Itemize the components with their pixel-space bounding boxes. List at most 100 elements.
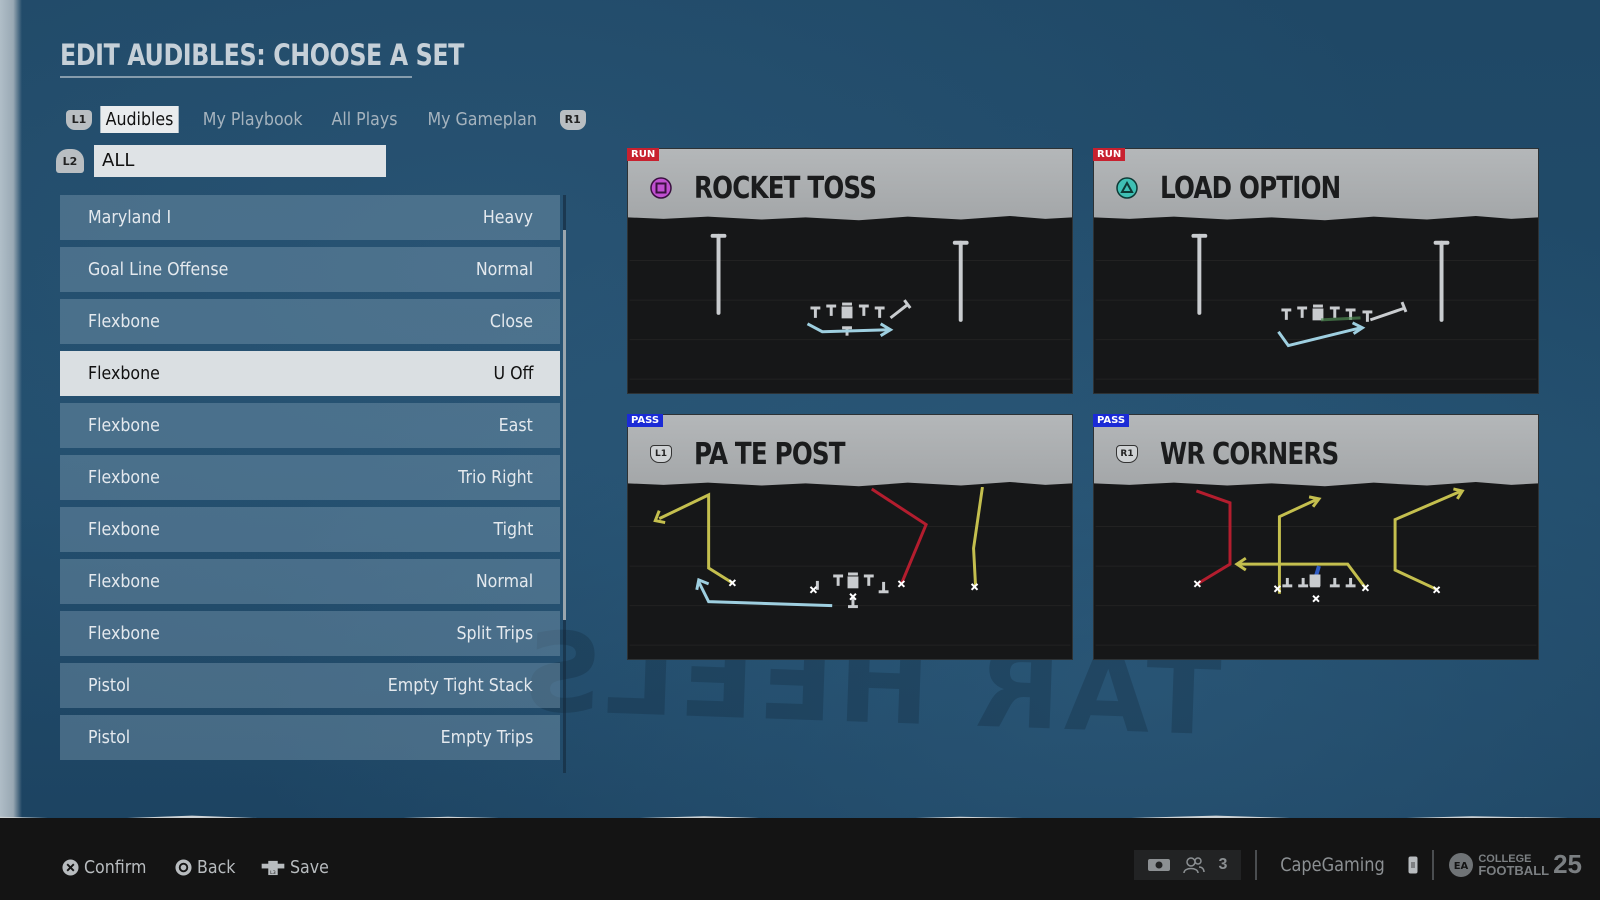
tab-bar: L1 Audibles My Playbook All Plays My Gam… [66, 106, 586, 133]
formation-row[interactable]: Flexbone Normal [60, 559, 560, 604]
formation-set: Trio Right [458, 467, 533, 488]
receiver-route [1191, 233, 1208, 315]
button-hints: Confirm Back L3 Save [62, 857, 334, 878]
play-card-rocket-toss[interactable]: RUN ROCKET TOSS [627, 148, 1073, 394]
cross-button-icon [62, 859, 79, 876]
tab-my-playbook[interactable]: My Playbook [198, 106, 308, 133]
formation-filter-dropdown[interactable]: ALL [94, 145, 386, 177]
receiver-route-yellow [972, 487, 984, 586]
formation-set: East [498, 415, 533, 436]
play-name: ROCKET TOSS [694, 171, 877, 206]
formation-row[interactable]: Maryland I Heavy [60, 195, 560, 240]
ball-carrier-route [1277, 326, 1361, 348]
footer-bar: Confirm Back L3 Save 3 CapeGaming EA COL… [0, 818, 1600, 900]
pitch-route-end [1400, 301, 1408, 313]
formation-set: Heavy [482, 207, 533, 228]
svg-text:L3: L3 [270, 870, 276, 876]
formation-row[interactable]: Flexbone Trio Right [60, 455, 560, 500]
play-diagram [1094, 221, 1538, 393]
qb-dropback-route [1314, 565, 1321, 577]
l2-trigger-icon[interactable]: L2 [56, 149, 84, 173]
svg-text:EA: EA [1454, 861, 1469, 872]
offensive-line [815, 572, 889, 609]
camera-icon [1148, 858, 1171, 871]
formation-name: Flexbone [88, 415, 160, 436]
filter-row: L2 ALL [56, 145, 386, 177]
footer-divider [1255, 849, 1258, 880]
play-name: WR CORNERS [1160, 437, 1339, 472]
receiver-route-red [1195, 489, 1232, 586]
formation-row[interactable]: Flexbone Tight [60, 507, 560, 552]
r1-button-icon: R1 [1116, 445, 1138, 463]
brand-year: 25 [1553, 849, 1582, 879]
save-label: Save [289, 857, 329, 878]
formation-row[interactable]: Pistol Empty Tight Stack [60, 663, 560, 708]
formation-row[interactable]: Flexbone Close [60, 299, 560, 344]
play-name: LOAD OPTION [1160, 171, 1341, 206]
formation-name: Flexbone [88, 363, 160, 384]
list-scrollbar-thumb[interactable] [563, 230, 566, 620]
play-diagram-svg [629, 487, 1071, 646]
title-underline [60, 76, 412, 78]
formation-name: Goal Line Offense [88, 259, 229, 280]
username: CapeGaming [1280, 853, 1386, 876]
save-hint[interactable]: L3 Save [261, 857, 334, 878]
square-button-icon [650, 177, 672, 199]
formation-name: Flexbone [88, 571, 160, 592]
tab-my-gameplan[interactable]: My Gameplan [422, 106, 542, 133]
back-label: Back [196, 857, 236, 878]
formation-set: Empty Trips [440, 727, 533, 748]
triangle-button-icon [1116, 177, 1138, 199]
formation-name: Maryland I [88, 207, 172, 228]
formation-name: Flexbone [88, 311, 160, 332]
receiver-route-yellow [658, 492, 734, 585]
formation-row[interactable]: Pistol Empty Trips [60, 715, 560, 760]
formation-name: Flexbone [88, 623, 160, 644]
play-diagram-svg [629, 233, 1071, 380]
receiver-route-yellow [1393, 489, 1462, 592]
tab-audibles[interactable]: Audibles [100, 106, 179, 133]
formation-set: Normal [475, 259, 533, 280]
formation-row[interactable]: Flexbone East [60, 403, 560, 448]
play-diagram [1094, 487, 1538, 659]
circle-button-icon [175, 859, 192, 876]
brand-line2: FOOTBALL [1478, 862, 1550, 878]
formation-list: Maryland I Heavy Goal Line Offense Normal … [60, 195, 560, 767]
play-diagram [628, 221, 1072, 393]
party-members-icon [1183, 856, 1206, 873]
background-paint-stripe [0, 0, 22, 820]
play-card-pa-te-post[interactable]: PASS L1 PA TE POST [627, 414, 1073, 660]
play-type-badge: RUN [1093, 148, 1126, 161]
play-card-wr-corners[interactable]: PASS R1 WR CORNERS [1093, 414, 1539, 660]
receiver-route-blue [697, 581, 833, 608]
formation-set: Close [489, 311, 533, 332]
pitch-route [1369, 306, 1406, 322]
play-card-load-option[interactable]: RUN LOAD OPTION [1093, 148, 1539, 394]
formation-name: Flexbone [88, 467, 160, 488]
qb-read-route [1320, 316, 1361, 322]
l3-button-icon: L3 [261, 860, 284, 876]
confirm-label: Confirm [84, 857, 147, 878]
confirm-hint[interactable]: Confirm [62, 857, 155, 878]
play-diagram [628, 487, 1072, 659]
formation-set: Normal [475, 571, 533, 592]
ea-logo-icon: EA [1449, 852, 1474, 877]
l1-bumper-icon[interactable]: L1 [66, 109, 92, 130]
tab-all-plays[interactable]: All Plays [327, 106, 404, 133]
party-count: 3 [1218, 855, 1228, 873]
formation-row-selected[interactable]: Flexbone U Off [60, 351, 560, 396]
play-name: PA TE POST [694, 437, 846, 472]
receiver-route [710, 233, 727, 315]
formation-set: Split Trips [456, 623, 533, 644]
formation-set: Tight [493, 519, 533, 540]
formation-row[interactable]: Flexbone Split Trips [60, 611, 560, 656]
party-status[interactable]: 3 [1134, 849, 1242, 880]
back-hint[interactable]: Back [175, 857, 241, 878]
r1-bumper-icon[interactable]: R1 [559, 109, 586, 130]
play-type-badge: PASS [1093, 414, 1130, 427]
status-area: 3 CapeGaming EA COLLEGE FOOTBALL 25 [1134, 849, 1582, 880]
receiver-route-red [870, 487, 928, 585]
formation-row[interactable]: Goal Line Offense Normal [60, 247, 560, 292]
formation-name: Pistol [88, 675, 131, 696]
play-type-badge: RUN [627, 148, 660, 161]
